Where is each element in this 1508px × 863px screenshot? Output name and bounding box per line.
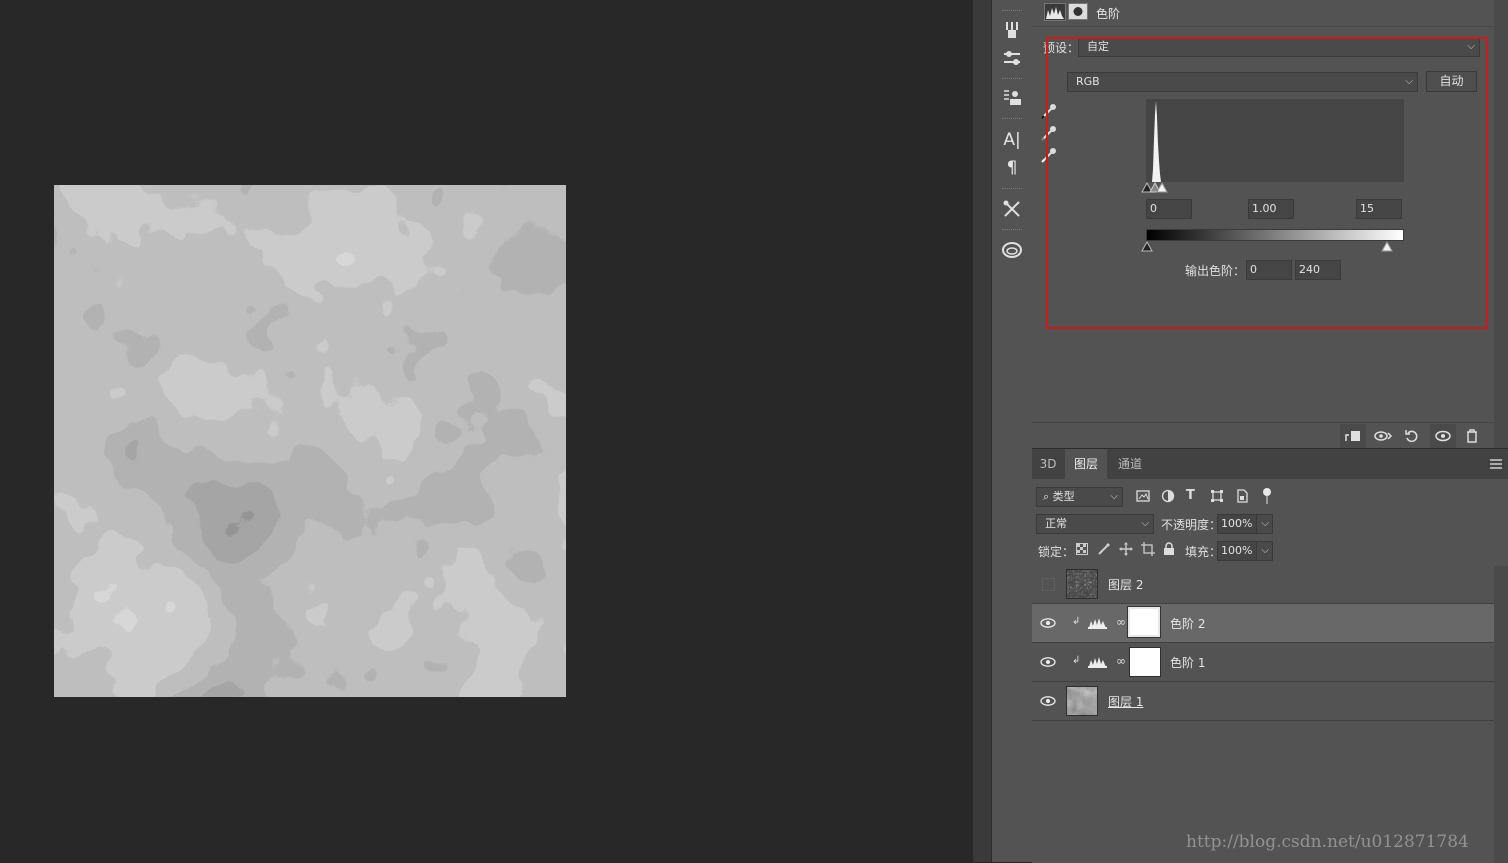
clone-source-icon[interactable] [992,85,1032,111]
filter-shape-icon[interactable] [1210,489,1224,506]
eye-icon[interactable] [1040,615,1056,631]
grip [1002,229,1022,233]
layer-mask-thumbnail[interactable] [1127,606,1161,638]
filter-type-icon[interactable]: T [1186,488,1195,503]
lock-all-icon[interactable] [1163,542,1175,559]
eye-icon[interactable] [1040,654,1056,670]
character-icon[interactable]: A| [992,127,1032,153]
posterized-clouds-image [54,185,566,697]
fill-label: 填充： [1185,545,1222,559]
filter-kind-dropdown[interactable]: ⌕ 类型 ⌵ [1036,487,1123,507]
opacity-label: 不透明度： [1161,518,1222,532]
highlight-annotation-box [1046,37,1488,329]
properties-bottom-bar [1032,422,1494,449]
layer-row-levels-2[interactable]: ↲ ∞ 色阶 2 [1032,604,1494,643]
layer-thumbnail-clouds [1066,686,1098,716]
panel-icon-column: A| ¶ [991,0,1033,862]
cc-libraries-icon[interactable] [992,237,1032,263]
lock-artboard-icon[interactable] [1141,542,1155,559]
clipping-arrow-icon: ↲ [1072,655,1081,666]
chevron-down-icon: ⌵ [1141,518,1149,529]
fill-dropdown[interactable]: ⌵ [1256,541,1273,561]
watermark: http://blog.csdn.net/u012871784 [1186,832,1469,852]
panel-dock-strip [973,0,991,862]
layer-name[interactable]: 图层 1 [1108,693,1143,710]
chevron-down-icon: ⌵ [1110,491,1118,502]
tool-presets-icon[interactable] [992,196,1032,222]
eye-icon[interactable] [1040,693,1056,709]
properties-header: 色阶 [1032,0,1494,27]
delete-icon[interactable] [1459,424,1485,448]
layer-mask-thumbnail[interactable] [1129,647,1161,677]
properties-scrollbar[interactable] [1494,0,1508,448]
reset-icon[interactable] [1399,424,1425,448]
document-image[interactable] [54,185,566,697]
chevron-down-icon: ⌵ [1261,545,1269,556]
tab-3d[interactable]: 3D [1032,449,1064,479]
layer-row-levels-1[interactable]: ↲ ∞ 色阶 1 [1032,643,1494,682]
lock-position-icon[interactable] [1119,542,1133,559]
blend-mode-value: 正常 [1045,517,1067,530]
view-previous-state-icon[interactable] [1370,424,1396,448]
visibility-toggle-empty[interactable] [1040,576,1056,592]
layers-scrollbar[interactable] [1494,566,1508,863]
opacity-field[interactable]: 100% [1217,514,1257,534]
grip [1002,118,1022,122]
clipping-arrow-icon: ↲ [1072,616,1081,627]
opacity-dropdown[interactable]: ⌵ [1256,514,1273,534]
toggle-visibility-icon[interactable] [1430,424,1456,448]
filter-kind-value: 类型 [1052,490,1075,503]
brush-presets-icon[interactable] [992,17,1032,43]
blend-mode-dropdown[interactable]: 正常 ⌵ [1036,514,1154,534]
chevron-down-icon: ⌵ [1261,518,1269,529]
filter-toggle-icon[interactable] [1262,487,1272,508]
filter-smart-object-icon[interactable] [1235,489,1249,506]
layer-row-layer-1[interactable]: 图层 1 [1032,682,1494,721]
filter-adjustment-icon[interactable] [1161,489,1175,506]
tab-channels[interactable]: 通道 [1109,449,1151,479]
levels-adjustment-icon [1088,655,1107,671]
mask-icon[interactable] [1068,3,1088,20]
search-icon: ⌕ [1043,490,1053,503]
layer-name[interactable]: 图层 2 [1108,576,1143,593]
fill-field[interactable]: 100% [1217,541,1257,561]
lock-transparent-icon[interactable] [1076,543,1088,558]
paragraph-icon[interactable]: ¶ [992,155,1032,181]
layer-row-layer-2[interactable]: 图层 2 [1032,565,1494,604]
grip [1002,10,1022,14]
layer-name[interactable]: 色阶 2 [1170,615,1205,632]
levels-icon [1044,3,1066,21]
grip [1002,188,1022,192]
lock-label: 锁定： [1038,545,1075,559]
link-icon[interactable]: ∞ [1116,654,1126,668]
layer-name[interactable]: 色阶 1 [1170,654,1205,671]
levels-adjustment-icon [1088,616,1107,632]
panel-menu-icon[interactable] [1490,458,1502,472]
filter-pixel-icon[interactable] [1136,489,1150,506]
layer-thumbnail-noise [1066,569,1098,599]
tab-layers[interactable]: 图层 [1065,449,1107,479]
link-icon[interactable]: ∞ [1116,615,1126,629]
adjustment-title: 色阶 [1096,7,1121,21]
clip-to-layer-icon[interactable] [1340,424,1366,448]
grip [1002,78,1022,82]
adjustments-icon[interactable] [992,45,1032,71]
lock-pixels-icon[interactable] [1097,542,1111,559]
